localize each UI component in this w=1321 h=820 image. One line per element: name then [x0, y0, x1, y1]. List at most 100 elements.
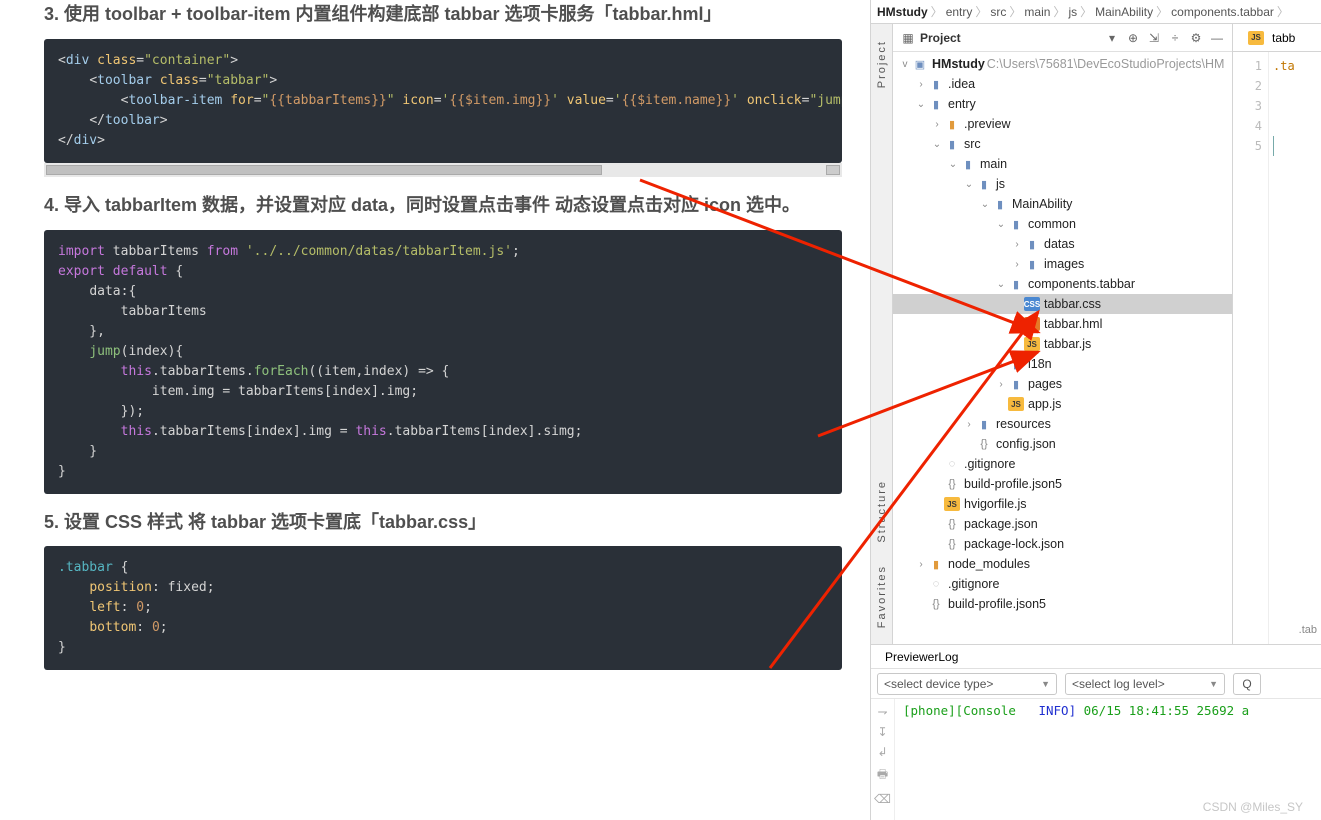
- breadcrumb-item[interactable]: HMstudy: [877, 5, 928, 19]
- folder-icon: ▮: [960, 157, 976, 171]
- project-header: ▦ Project ▾ ⊕ ⇲ ÷ ⚙ —: [893, 24, 1232, 52]
- code-block-hml[interactable]: <div class="container"> <toolbar class="…: [44, 39, 842, 163]
- tree-row[interactable]: {}package-lock.json: [893, 534, 1232, 554]
- tree-row[interactable]: ⌄▮src: [893, 134, 1232, 154]
- device-select[interactable]: <select device type>▼: [877, 673, 1057, 695]
- loglevel-select[interactable]: <select log level>▼: [1065, 673, 1225, 695]
- ide-pane: HMstudy〉 entry〉 src〉 main〉 js〉 MainAbili…: [870, 0, 1321, 820]
- editor-panel: JStabb 12345 .ta .tab: [1233, 24, 1321, 644]
- editor-text: .ta: [1273, 59, 1295, 73]
- tree-row[interactable]: {}build-profile.json5: [893, 474, 1232, 494]
- folder-icon: ▮: [976, 417, 992, 431]
- heading-5: 5. 设置 CSS 样式 将 tabbar 选项卡置底「tabbar.css」: [44, 508, 842, 537]
- json-icon: {}: [976, 437, 992, 451]
- code-block-css[interactable]: .tabbar { position: fixed; left: 0; bott…: [44, 546, 842, 670]
- editor-tab[interactable]: JStabb: [1239, 28, 1303, 48]
- folder-icon: ▮: [944, 137, 960, 151]
- tree-row[interactable]: {}build-profile.json5: [893, 594, 1232, 614]
- tree-row[interactable]: JStabbar.js: [893, 334, 1232, 354]
- project-tree[interactable]: v▣ HMstudy C:\Users\75681\DevEcoStudioPr…: [893, 52, 1232, 644]
- file-icon: ◌: [928, 577, 944, 591]
- project-title: Project: [920, 31, 1100, 45]
- dropdown-icon[interactable]: ▾: [1103, 29, 1121, 47]
- hml-icon: H: [1024, 317, 1040, 331]
- folder-icon: ▮: [1024, 237, 1040, 251]
- folder-icon: ▮: [928, 77, 944, 91]
- gear-icon[interactable]: ⚙: [1187, 29, 1205, 47]
- minimap-status: .tab: [1281, 624, 1321, 636]
- js-icon: JS: [1024, 337, 1040, 351]
- js-icon: JS: [1008, 397, 1024, 411]
- code-block-js[interactable]: import tabbarItems from '../../common/da…: [44, 230, 842, 494]
- breadcrumb-item[interactable]: main: [1024, 5, 1050, 19]
- folder-icon: ▮: [928, 97, 944, 111]
- tree-row[interactable]: ⌄▮main: [893, 154, 1232, 174]
- collapse-icon[interactable]: ÷: [1166, 29, 1184, 47]
- tree-row[interactable]: ›▮.idea: [893, 74, 1232, 94]
- editor-tabs: JStabb: [1233, 24, 1321, 52]
- tree-row[interactable]: Htabbar.hml: [893, 314, 1232, 334]
- tree-row[interactable]: ›▮node_modules: [893, 554, 1232, 574]
- breadcrumb-item[interactable]: src: [990, 5, 1006, 19]
- tree-row[interactable]: ›▮pages: [893, 374, 1232, 394]
- tree-row[interactable]: {}package.json: [893, 514, 1232, 534]
- folder-icon: ▮: [1024, 257, 1040, 271]
- js-icon: JS: [944, 497, 960, 511]
- folder-icon: ▮: [1008, 357, 1024, 371]
- tool-favorites[interactable]: Favorites: [876, 559, 888, 634]
- tree-root[interactable]: v▣ HMstudy C:\Users\75681\DevEcoStudioPr…: [893, 54, 1232, 74]
- breadcrumb-item[interactable]: js: [1068, 5, 1077, 19]
- print-icon[interactable]: 🖶: [877, 765, 888, 786]
- tree-row[interactable]: ›▮datas: [893, 234, 1232, 254]
- locate-icon[interactable]: ⊕: [1124, 29, 1142, 47]
- folder-icon: ▮: [992, 197, 1008, 211]
- tree-row[interactable]: ⌄▮components.tabbar: [893, 274, 1232, 294]
- folder-icon: ▮: [1008, 277, 1024, 291]
- tree-row[interactable]: ⌄▮MainAbility: [893, 194, 1232, 214]
- previewer-tab[interactable]: PreviewerLog: [877, 648, 966, 666]
- clear-icon[interactable]: ⇁: [877, 705, 887, 719]
- breadcrumb-item[interactable]: entry: [946, 5, 973, 19]
- tree-row[interactable]: ›▮images: [893, 254, 1232, 274]
- project-icon: ▦: [899, 29, 917, 47]
- breadcrumb-item[interactable]: MainAbility: [1095, 5, 1153, 19]
- tree-row[interactable]: ›▮.preview: [893, 114, 1232, 134]
- tree-row[interactable]: ⌄▮js: [893, 174, 1232, 194]
- article-pane: 3. 使用 toolbar + toolbar-item 内置组件构建底部 ta…: [0, 0, 870, 820]
- expand-icon[interactable]: ⇲: [1145, 29, 1163, 47]
- heading-4: 4. 导入 tabbarItem 数据，并设置对应 data，同时设置点击事件 …: [44, 191, 842, 220]
- json-icon: {}: [928, 597, 944, 611]
- tree-row[interactable]: ⌄▮common: [893, 214, 1232, 234]
- hide-icon[interactable]: —: [1208, 29, 1226, 47]
- folder-icon: ▮: [928, 557, 944, 571]
- json-icon: {}: [944, 517, 960, 531]
- tree-row[interactable]: ◌.gitignore: [893, 574, 1232, 594]
- js-icon: JS: [1248, 31, 1264, 45]
- line-gutter: 12345: [1233, 52, 1269, 644]
- wrap-icon[interactable]: ↲: [877, 745, 887, 759]
- folder-icon: ▮: [1008, 217, 1024, 231]
- tree-row[interactable]: ⌄▮entry: [893, 94, 1232, 114]
- log-gutter: ⇁ ↧ ↲ 🖶 ⌫: [871, 699, 895, 820]
- folder-icon: ▮: [944, 117, 960, 131]
- tree-row[interactable]: {}config.json: [893, 434, 1232, 454]
- code-scrollbar[interactable]: [44, 163, 842, 177]
- file-icon: ◌: [944, 457, 960, 471]
- tree-row[interactable]: ›▮i18n: [893, 354, 1232, 374]
- breadcrumb[interactable]: HMstudy〉 entry〉 src〉 main〉 js〉 MainAbili…: [871, 0, 1321, 24]
- project-panel: ▦ Project ▾ ⊕ ⇲ ÷ ⚙ — v▣ HMstudy C:\User…: [893, 24, 1233, 644]
- search-button[interactable]: Q: [1233, 673, 1261, 695]
- tree-row[interactable]: JSapp.js: [893, 394, 1232, 414]
- breadcrumb-item[interactable]: components.tabbar: [1171, 5, 1274, 19]
- tool-project[interactable]: Project: [876, 34, 888, 94]
- tree-row[interactable]: CSStabbar.css: [893, 294, 1232, 314]
- tree-row[interactable]: ›▮resources: [893, 414, 1232, 434]
- tool-structure[interactable]: Structure: [876, 474, 888, 549]
- scroll-icon[interactable]: ↧: [877, 725, 887, 739]
- css-icon: CSS: [1024, 297, 1040, 311]
- bottom-panel: PreviewerLog <select device type>▼ <sele…: [871, 644, 1321, 820]
- tree-row[interactable]: ◌.gitignore: [893, 454, 1232, 474]
- tree-row[interactable]: JShvigorfile.js: [893, 494, 1232, 514]
- editor-area[interactable]: .ta: [1269, 52, 1321, 644]
- trash-icon[interactable]: ⌫: [874, 792, 891, 806]
